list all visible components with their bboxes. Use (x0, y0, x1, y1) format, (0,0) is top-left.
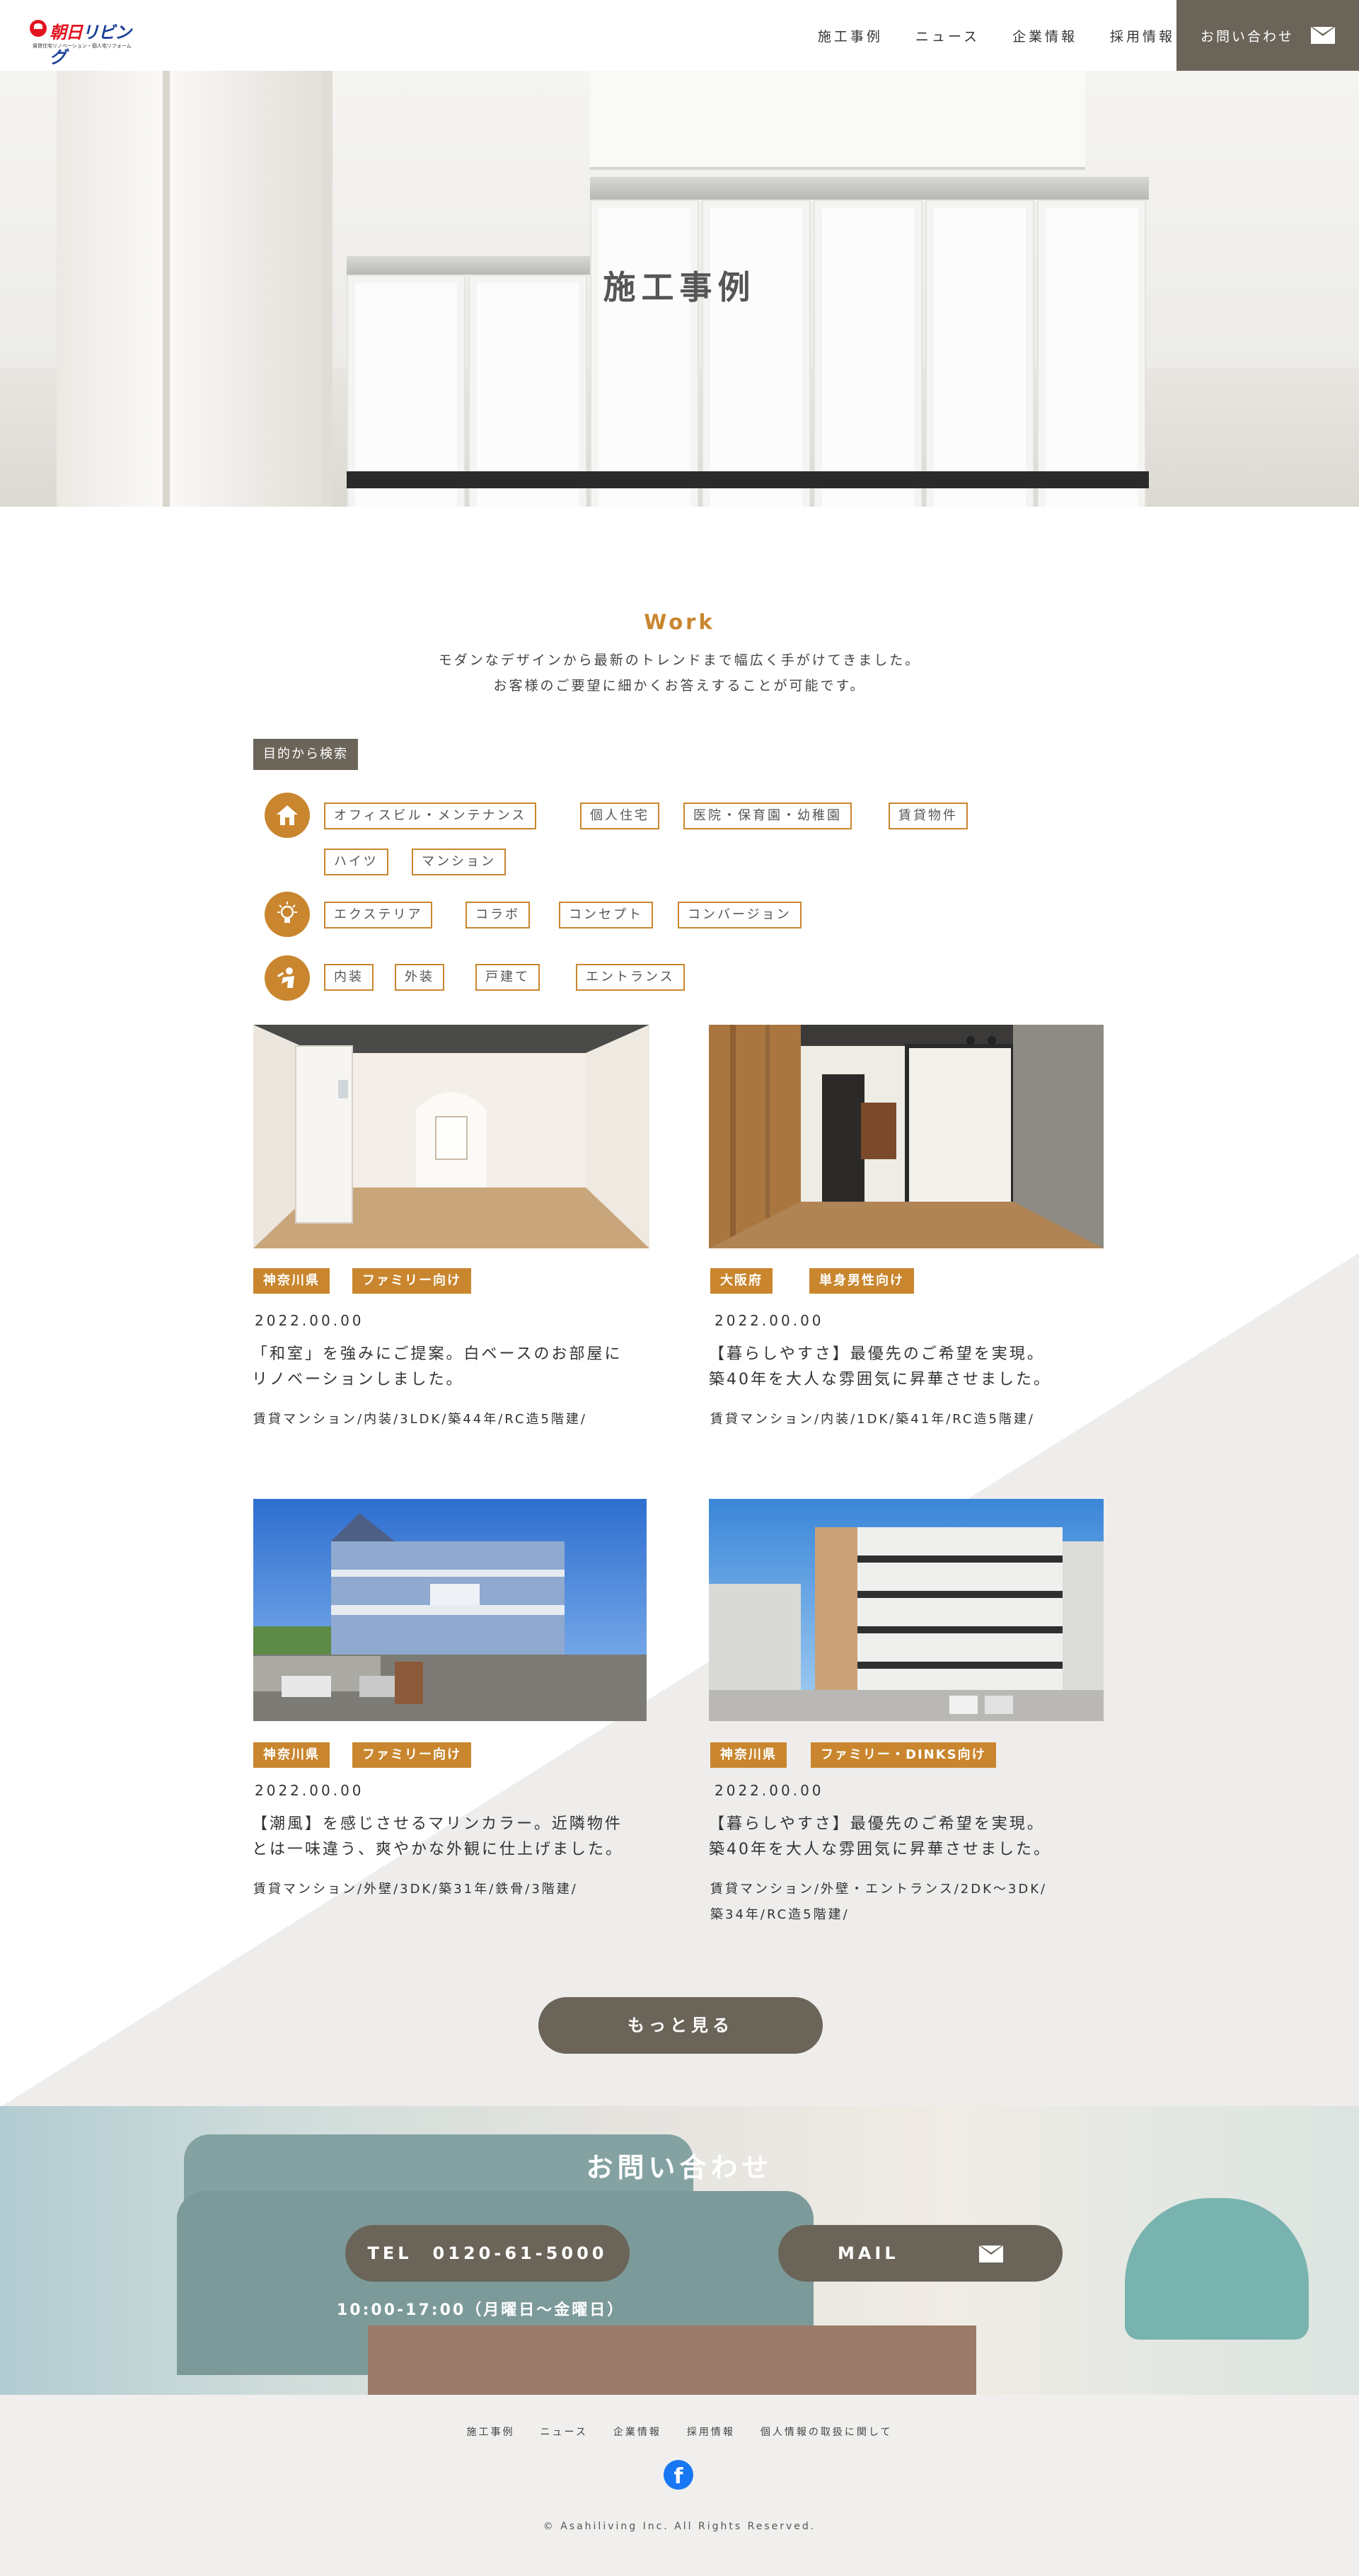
mail-button[interactable]: MAIL (778, 2225, 1063, 2282)
tag-concept[interactable]: コンセプト (559, 902, 653, 928)
card-title[interactable]: 【潮風】を感じさせるマリンカラー。近隣物件 とは一味違う、爽やかな外観に仕上げま… (252, 1812, 648, 1863)
footer-link-works[interactable]: 施工事例 (467, 2425, 515, 2439)
site-footer: 施工事例 ニュース 企業情報 採用情報 個人情報の取扱に関して f © Asah… (0, 2395, 1359, 2576)
business-hours: 10:00-17:00（月曜日～金曜日） (337, 2301, 625, 2319)
card-badge-area[interactable]: 神奈川県 (253, 1268, 330, 1294)
tag-rental[interactable]: 賃貸物件 (889, 803, 968, 829)
header-contact-button[interactable]: お問い合わせ (1176, 0, 1359, 71)
work-image-4[interactable] (709, 1499, 1104, 1721)
footer-link-recruit[interactable]: 採用情報 (687, 2425, 735, 2439)
header-contact-label: お問い合わせ (1200, 28, 1294, 45)
card-date: 2022.00.00 (715, 1782, 824, 1799)
contact-section: お問い合わせ TEL 0120-61-5000 MAIL 10:00-17:00… (0, 2106, 1359, 2395)
logo-text-a: 朝日 (50, 23, 83, 42)
worker-icon (265, 955, 310, 1001)
site-header: 朝日リビング 賃貸住宅リノベーション・個人宅リフォーム 施工事例 ニュース 企業… (0, 0, 1359, 71)
tag-entrance[interactable]: エントランス (576, 964, 685, 991)
mail-button-label: MAIL (837, 2243, 899, 2263)
work-image-1[interactable] (253, 1025, 649, 1248)
logo-sun-icon (30, 20, 47, 37)
tag-office-maintenance[interactable]: オフィスビル・メンテナンス (324, 803, 537, 829)
more-button[interactable]: もっと見る (538, 1997, 823, 2054)
card-badge-area[interactable]: 大阪府 (710, 1268, 773, 1294)
footer-link-company[interactable]: 企業情報 (613, 2425, 661, 2439)
card-badge-area[interactable]: 神奈川県 (253, 1742, 330, 1768)
tag-clinic-nursery[interactable]: 医院・保育園・幼稚園 (683, 803, 852, 829)
site-logo[interactable]: 朝日リビング 賃貸住宅リノベーション・個人宅リフォーム (30, 18, 136, 67)
nav-news[interactable]: ニュース (915, 26, 980, 45)
card-badge-target[interactable]: ファミリー・DINKS向け (811, 1742, 996, 1768)
section-lead: モダンなデザインから最新のトレンドまで幅広く手がけてきました。 お客様のご要望に… (438, 652, 921, 694)
work-image-2[interactable] (709, 1025, 1104, 1248)
mail-icon (979, 2246, 1004, 2262)
card-meta: 賃貸マンション/内装/3LDK/築44年/RC造5階建/ (253, 1412, 588, 1427)
card-date: 2022.00.00 (255, 1312, 364, 1329)
contact-title: お問い合わせ (586, 2152, 773, 2183)
mail-icon (1311, 27, 1335, 44)
tag-collab[interactable]: コラボ (465, 902, 530, 928)
card-badge-target[interactable]: ファミリー向け (352, 1742, 471, 1768)
copyright: © Asahiliving Inc. All Rights Reserved. (543, 2521, 816, 2532)
card-meta: 賃貸マンション/外壁/3DK/築31年/鉄骨/3階建/ (253, 1882, 578, 1897)
lightbulb-icon (265, 892, 310, 937)
tag-exterior-wall[interactable]: 外装 (395, 964, 444, 991)
tag-detached[interactable]: 戸建て (475, 964, 540, 991)
page-title: 施工事例 (603, 268, 756, 306)
card-date: 2022.00.00 (255, 1782, 364, 1799)
nav-company[interactable]: 企業情報 (1012, 26, 1077, 45)
card-title[interactable]: 「和室」を強みにご提案。白ベースのお部屋に リノベーションしました。 (252, 1342, 648, 1393)
tel-button[interactable]: TEL 0120-61-5000 (345, 2225, 630, 2282)
card-meta: 賃貸マンション/外壁・エントランス/2DK～3DK/ 築34年/RC造5階建/ (710, 1882, 1048, 1922)
footer-nav: 施工事例 ニュース 企業情報 採用情報 個人情報の取扱に関して (0, 2425, 1359, 2439)
house-icon (265, 793, 310, 838)
hero-kitchen-image (590, 200, 1149, 507)
diagonal-background (0, 1253, 1359, 2107)
tag-heights[interactable]: ハイツ (324, 849, 388, 875)
tag-private-house[interactable]: 個人住宅 (580, 803, 659, 829)
card-title[interactable]: 【暮らしやすさ】最優先のご希望を実現。 築40年を大人な雰囲気に昇華させました。 (709, 1342, 1105, 1393)
facebook-icon[interactable]: f (664, 2460, 693, 2490)
work-image-3[interactable] (253, 1499, 647, 1721)
card-badge-area[interactable]: 神奈川県 (710, 1742, 787, 1768)
section-title: Work (644, 610, 715, 634)
card-date: 2022.00.00 (715, 1312, 824, 1329)
nav-recruit[interactable]: 採用情報 (1110, 26, 1175, 45)
nav-works[interactable]: 施工事例 (818, 26, 883, 45)
tag-interior[interactable]: 内装 (324, 964, 374, 991)
card-meta: 賃貸マンション/内装/1DK/築41年/RC造5階建/ (710, 1412, 1035, 1427)
footer-link-privacy[interactable]: 個人情報の取扱に関して (761, 2425, 893, 2439)
global-nav: 施工事例 ニュース 企業情報 採用情報 (818, 0, 1175, 71)
tag-exterior[interactable]: エクステリア (324, 902, 433, 928)
tag-conversion[interactable]: コンバージョン (678, 902, 802, 928)
card-badge-target[interactable]: ファミリー向け (352, 1268, 471, 1294)
card-badge-target[interactable]: 単身男性向け (809, 1268, 914, 1294)
logo-tagline: 賃貸住宅リノベーション・個人宅リフォーム (33, 43, 132, 49)
card-title[interactable]: 【暮らしやすさ】最優先のご希望を実現。 築40年を大人な雰囲気に昇華させました。 (709, 1812, 1105, 1863)
footer-link-news[interactable]: ニュース (540, 2425, 588, 2439)
hero-banner: 施工事例 (0, 71, 1359, 507)
search-label: 目的から検索 (253, 739, 358, 770)
tag-mansion[interactable]: マンション (412, 849, 506, 875)
